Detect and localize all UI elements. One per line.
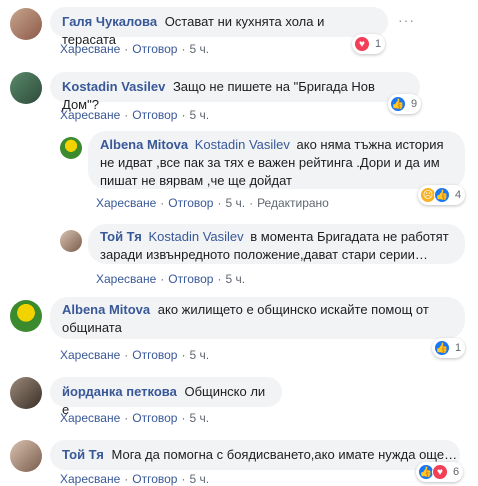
- more-options-icon[interactable]: ···: [398, 12, 415, 28]
- like-icon: 👍: [390, 96, 406, 112]
- comment-actions: Харесване · Отговор · 5 ч.: [60, 348, 210, 362]
- reaction-count: 9: [411, 98, 418, 110]
- comment-time[interactable]: 5 ч.: [189, 348, 209, 362]
- comment-bubble: Той Тя Мога да помогна с боядисването,ак…: [50, 440, 460, 470]
- like-action[interactable]: Харесване: [60, 411, 120, 425]
- comment-actions: Харесване · Отговор · 5 ч.: [60, 472, 210, 486]
- comment-author[interactable]: Albena Mitova: [62, 302, 150, 317]
- like-icon: 👍: [434, 187, 450, 203]
- avatar[interactable]: [10, 377, 42, 409]
- comment-bubble: Albena Mitova ако жилището е общинско ис…: [50, 297, 465, 339]
- comment-text: Мога да помогна с боядисването,ако имате…: [111, 447, 458, 462]
- comment-author[interactable]: Albena Mitova: [100, 137, 188, 152]
- reply-action[interactable]: Отговор: [132, 108, 177, 122]
- reply-action[interactable]: Отговор: [132, 411, 177, 425]
- like-action[interactable]: Харесване: [60, 472, 120, 486]
- reaction-summary[interactable]: 👍 1: [432, 338, 466, 358]
- reaction-count: 1: [455, 342, 462, 354]
- comment-author[interactable]: Галя Чукалова: [62, 14, 157, 29]
- love-icon: ♥: [432, 464, 448, 480]
- comment-author[interactable]: йорданка петкова: [62, 384, 177, 399]
- comment-time[interactable]: 5 ч.: [189, 42, 209, 56]
- reaction-summary[interactable]: ♥ 1: [352, 34, 386, 54]
- reply-action[interactable]: Отговор: [168, 272, 213, 286]
- comment-bubble: Той Тя Kostadin Vasilev в момента Бригад…: [88, 224, 465, 264]
- comment-time[interactable]: 5 ч.: [189, 472, 209, 486]
- reaction-count: 6: [453, 466, 460, 478]
- comment-bubble: Kostadin Vasilev Защо не пишете на "Бриг…: [50, 72, 420, 112]
- reaction-summary[interactable]: 👍 9: [388, 94, 422, 114]
- love-icon: ♥: [354, 36, 370, 52]
- comment-mention[interactable]: Kostadin Vasilev: [195, 137, 290, 152]
- reply-action[interactable]: Отговор: [132, 348, 177, 362]
- like-action[interactable]: Харесване: [96, 272, 156, 286]
- comment-actions: Харесване · Отговор · 5 ч. · Редактирано: [96, 196, 329, 210]
- comment-actions: Харесване · Отговор · 5 ч.: [60, 42, 210, 56]
- reply-action[interactable]: Отговор: [168, 196, 213, 210]
- comment-bubble: йорданка петкова Общинско ли е: [50, 377, 282, 417]
- like-action[interactable]: Харесване: [96, 196, 156, 210]
- like-action[interactable]: Харесване: [60, 108, 120, 122]
- comment-time[interactable]: 5 ч.: [189, 411, 209, 425]
- comment-author[interactable]: Той Тя: [100, 229, 142, 244]
- like-action[interactable]: Харесване: [60, 42, 120, 56]
- avatar[interactable]: [10, 300, 42, 332]
- avatar[interactable]: [10, 72, 42, 104]
- like-action[interactable]: Харесване: [60, 348, 120, 362]
- like-icon: 👍: [434, 340, 450, 356]
- comment-actions: Харесване · Отговор · 5 ч.: [96, 272, 246, 286]
- comment-mention[interactable]: Kostadin Vasilev: [149, 229, 244, 244]
- edited-label[interactable]: Редактирано: [257, 196, 329, 210]
- avatar[interactable]: [60, 230, 82, 252]
- comment-time[interactable]: 5 ч.: [189, 108, 209, 122]
- comment-bubble: Albena Mitova Kostadin Vasilev ако няма …: [88, 131, 465, 189]
- avatar[interactable]: [60, 137, 82, 159]
- reaction-summary[interactable]: ☹ 👍 4: [418, 185, 466, 205]
- reply-action[interactable]: Отговор: [132, 42, 177, 56]
- reply-action[interactable]: Отговор: [132, 472, 177, 486]
- comment-time[interactable]: 5 ч.: [225, 272, 245, 286]
- comment-author[interactable]: Той Тя: [62, 447, 104, 462]
- avatar[interactable]: [10, 440, 42, 472]
- comment-time[interactable]: 5 ч.: [225, 196, 245, 210]
- avatar[interactable]: [10, 8, 42, 40]
- reaction-summary[interactable]: 👍 ♥ 6: [416, 462, 464, 482]
- comment-actions: Харесване · Отговор · 5 ч.: [60, 411, 210, 425]
- reaction-count: 1: [375, 38, 382, 50]
- comment-actions: Харесване · Отговор · 5 ч.: [60, 108, 210, 122]
- reaction-count: 4: [455, 189, 462, 201]
- comment-bubble: Галя Чукалова Остават ни кухнята хола и …: [50, 7, 388, 47]
- comment-author[interactable]: Kostadin Vasilev: [62, 79, 165, 94]
